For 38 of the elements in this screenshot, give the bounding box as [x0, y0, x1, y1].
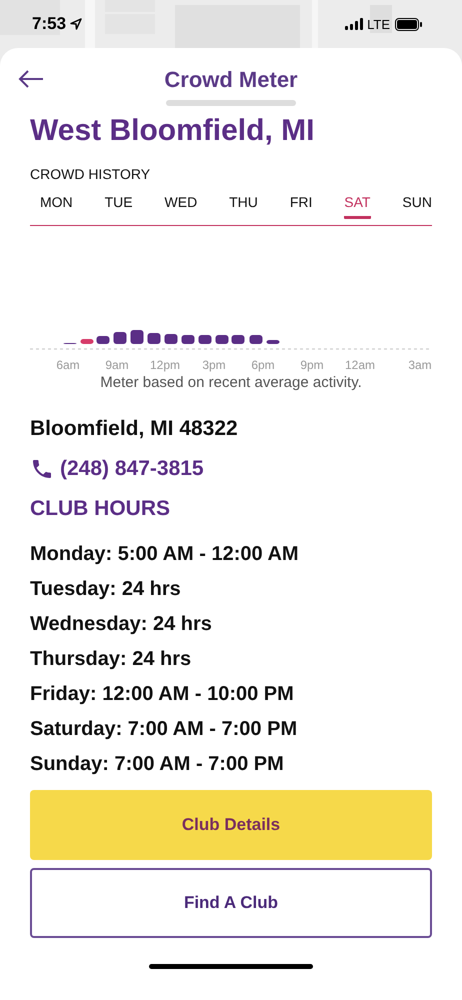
- details-button[interactable]: Club Details: [30, 790, 432, 860]
- hours-row-text: Tuesday: 24 hrs: [30, 577, 182, 602]
- meter-note: Meter based on recent average activity.: [99, 374, 363, 391]
- day-tab[interactable]: FRI: [290, 194, 312, 219]
- hour-label: 9am: [105, 358, 129, 372]
- back-arrow-icon[interactable]: [18, 70, 44, 88]
- hours-row-text: Wednesday: 24 hrs: [30, 612, 213, 637]
- club-name: West Bloomfield, MI: [30, 114, 316, 148]
- battery-icon: [395, 18, 422, 30]
- day-tab[interactable]: WED: [164, 194, 198, 219]
- hour-label: 3am: [408, 358, 432, 372]
- hours-row-text: Monday: 5:00 AM - 12:00 AM: [30, 542, 300, 567]
- section-title: CLUB HOURS: [30, 497, 171, 521]
- day-tab[interactable]: THU: [229, 194, 258, 219]
- phone-link[interactable]: (248) 847-3815: [60, 457, 204, 481]
- day-tab[interactable]: SUN: [402, 194, 432, 219]
- hours-row-text: Thursday: 24 hrs: [30, 647, 192, 672]
- day-tab[interactable]: SAT: [344, 194, 370, 219]
- phone-icon: [30, 457, 54, 481]
- hour-label: 12pm: [150, 358, 180, 372]
- hours-row-text: Friday: 12:00 AM - 10:00 PM: [30, 682, 295, 707]
- address-line: Bloomfield, MI 48322: [30, 417, 239, 441]
- hour-label: 9pm: [300, 358, 324, 372]
- location-arrow-icon: [70, 18, 82, 30]
- hours-row-text: Saturday: 7:00 AM - 7:00 PM: [30, 717, 298, 742]
- hour-label: 6am: [56, 358, 80, 372]
- signal-icon: [345, 18, 364, 30]
- day-tab[interactable]: MON: [40, 194, 73, 219]
- hour-label: 12am: [344, 358, 376, 372]
- section-label: CROWD HISTORY: [30, 166, 152, 182]
- status-time: 7:53: [32, 14, 66, 34]
- hours-row-text: Sunday: 7:00 AM - 7:00 PM: [30, 752, 285, 777]
- hour-label: 6pm: [251, 358, 275, 372]
- hour-label: 3pm: [202, 358, 226, 372]
- day-tab[interactable]: TUE: [104, 194, 133, 219]
- screen-title: Crowd Meter: [164, 67, 298, 93]
- find-button[interactable]: Find A Club: [30, 868, 432, 938]
- network-label: LTE: [367, 16, 390, 32]
